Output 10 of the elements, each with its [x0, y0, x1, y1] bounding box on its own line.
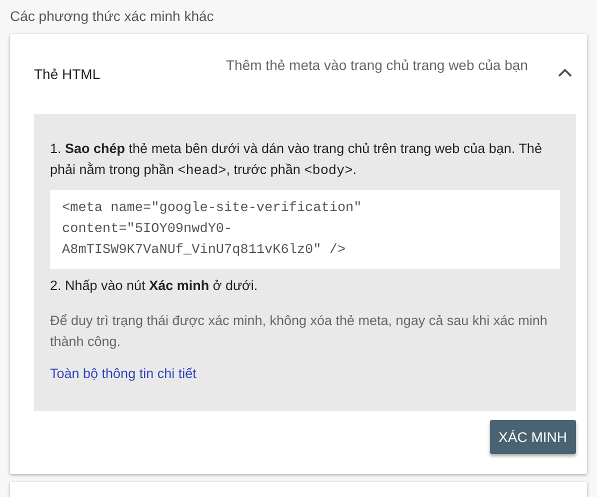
method-description: Thêm thẻ meta vào trang chủ trang web của bạn — [226, 56, 529, 75]
details-link[interactable]: Toàn bộ thông tin chi tiết — [50, 366, 196, 381]
verify-button[interactable]: XÁC MINH — [490, 420, 576, 454]
meta-tag-code: <meta name="google-site-verification" content="5IOY09nwdY0- A8mTISW9K7VaNUf_VinU7q811vK6lz0" /> — [50, 190, 560, 269]
instruction-text: 2. Nhấp vào nút Xác minh ở dưới. — [50, 276, 259, 295]
note-text: Để duy trì trạng thái được xác minh, không xóa thẻ meta, ngay cả sau khi xác minh thành công. — [50, 312, 548, 351]
section-title: Các phương thức xác minh khác — [10, 8, 215, 26]
instruction-text: 1. Sao chép thẻ meta bên dưới và dán vào trang chủ trên trang web của bạn. Thẻ phải nằm trong phần <head>, trước phần <body>. — [50, 140, 543, 181]
chevron-up-icon[interactable] — [557, 68, 573, 78]
method-name: Thẻ HTML — [34, 66, 102, 82]
